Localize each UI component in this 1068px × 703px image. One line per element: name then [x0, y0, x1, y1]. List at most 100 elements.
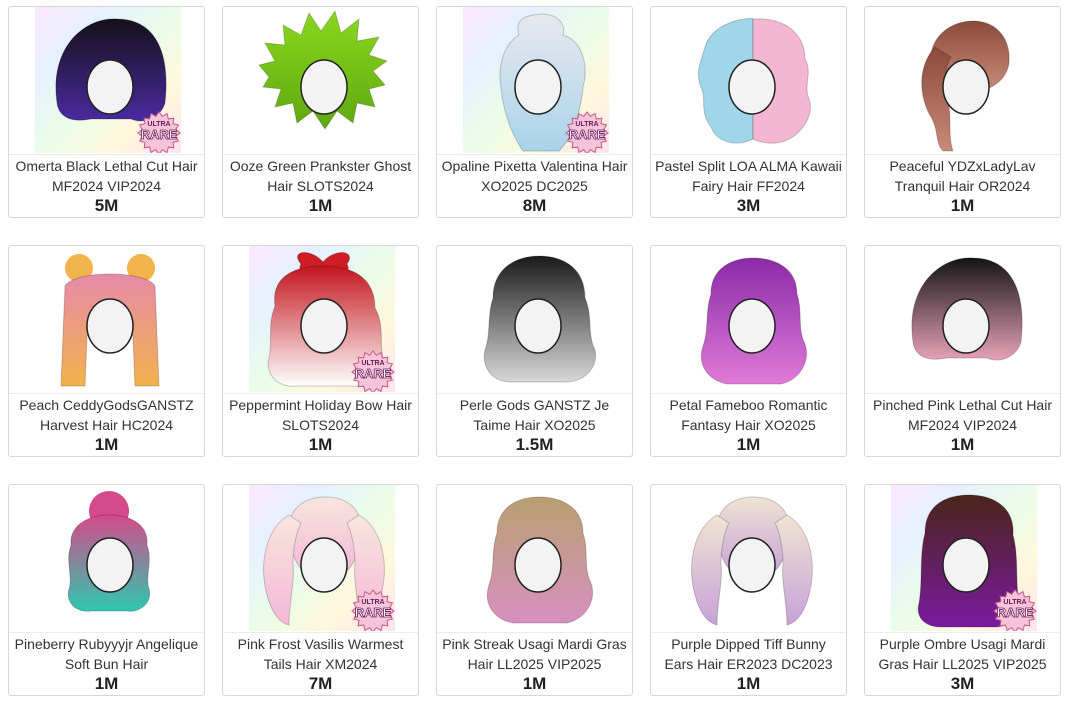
item-thumbnail[interactable] — [35, 485, 181, 631]
item-price: 1M — [94, 435, 119, 454]
item-card[interactable]: Pastel Split LOA ALMA Kawaii Fairy Hair … — [650, 6, 847, 218]
item-name[interactable]: Perle Gods GANSTZ Je Taime Hair XO2025 — [441, 395, 628, 435]
card-divider — [651, 393, 846, 394]
item-price: 3M — [736, 196, 761, 215]
card-divider — [865, 154, 1060, 155]
item-price: 5M — [94, 196, 119, 215]
badge-main-text: RARE — [997, 605, 1034, 620]
item-name[interactable]: Omerta Black Lethal Cut Hair MF2024 VIP2… — [13, 156, 200, 196]
item-card[interactable]: Pinched Pink Lethal Cut Hair MF2024 VIP2… — [864, 245, 1061, 457]
card-divider — [223, 632, 418, 633]
badge-main-text: RARE — [141, 127, 178, 142]
item-thumbnail[interactable] — [463, 485, 609, 631]
item-card[interactable]: ULTRA RARE Omerta Black Lethal Cut Hair MF… — [8, 6, 205, 218]
item-thumbnail[interactable]: ULTRA RARE — [249, 246, 395, 392]
item-name[interactable]: Pastel Split LOA ALMA Kawaii Fairy Hair … — [655, 156, 842, 196]
item-thumbnail[interactable]: ULTRA RARE — [891, 485, 1037, 631]
item-thumbnail[interactable] — [677, 246, 823, 392]
item-price: 8M — [522, 196, 547, 215]
card-divider — [651, 154, 846, 155]
item-name[interactable]: Pinched Pink Lethal Cut Hair MF2024 VIP2… — [869, 395, 1056, 435]
item-name[interactable]: Peach CeddyGodsGANSTZ Harvest Hair HC202… — [13, 395, 200, 435]
ultra-rare-badge: ULTRARARE — [351, 589, 395, 631]
item-name[interactable]: Pineberry Rubyyyjr Angelique Soft Bun Ha… — [13, 634, 200, 674]
face-placeholder — [86, 59, 134, 115]
card-divider — [223, 393, 418, 394]
item-name[interactable]: Peppermint Holiday Bow Hair SLOTS2024 — [227, 395, 414, 435]
item-name[interactable]: Purple Ombre Usagi Mardi Gras Hair LL202… — [869, 634, 1056, 674]
item-price: 1M — [736, 674, 761, 693]
card-divider — [865, 632, 1060, 633]
item-thumbnail[interactable] — [677, 485, 823, 631]
face-placeholder — [86, 298, 134, 354]
face-placeholder — [514, 59, 562, 115]
item-name[interactable]: Peaceful YDZxLadyLav Tranquil Hair OR202… — [869, 156, 1056, 196]
face-placeholder — [728, 537, 776, 593]
item-name[interactable]: Pink Streak Usagi Mardi Gras Hair LL2025… — [441, 634, 628, 674]
item-price: 1M — [950, 196, 975, 215]
face-placeholder — [300, 59, 348, 115]
item-thumbnail[interactable] — [891, 246, 1037, 392]
item-name[interactable]: Purple Dipped Tiff Bunny Ears Hair ER202… — [655, 634, 842, 674]
badge-main-text: RARE — [355, 605, 392, 620]
item-card[interactable]: Pineberry Rubyyyjr Angelique Soft Bun Ha… — [8, 484, 205, 696]
face-placeholder — [942, 59, 990, 115]
ultra-rare-badge: ULTRARARE — [137, 111, 181, 153]
card-divider — [437, 632, 632, 633]
item-price: 1M — [94, 674, 119, 693]
item-thumbnail[interactable] — [35, 246, 181, 392]
ultra-rare-badge: ULTRARARE — [565, 111, 609, 153]
face-placeholder — [728, 298, 776, 354]
item-price: 1M — [522, 674, 547, 693]
face-placeholder — [300, 537, 348, 593]
item-card[interactable]: ULTRA RARE Pink Frost Vasilis Warmest Tail… — [222, 484, 419, 696]
item-card[interactable]: ULTRA RARE Purple Ombre Usagi Mardi Gras H… — [864, 484, 1061, 696]
item-card[interactable]: Peach CeddyGodsGANSTZ Harvest Hair HC202… — [8, 245, 205, 457]
item-card[interactable]: Peaceful YDZxLadyLav Tranquil Hair OR202… — [864, 6, 1061, 218]
ultra-rare-badge: ULTRARARE — [993, 589, 1037, 631]
card-divider — [9, 393, 204, 394]
face-placeholder — [942, 298, 990, 354]
card-divider — [437, 154, 632, 155]
face-placeholder — [514, 537, 562, 593]
item-card[interactable]: ULTRA RARE Peppermint Holiday Bow Hair SLO… — [222, 245, 419, 457]
item-card[interactable]: Purple Dipped Tiff Bunny Ears Hair ER202… — [650, 484, 847, 696]
card-divider — [9, 632, 204, 633]
item-card[interactable]: Pink Streak Usagi Mardi Gras Hair LL2025… — [436, 484, 633, 696]
item-price: 1M — [308, 196, 333, 215]
face-placeholder — [300, 298, 348, 354]
item-card[interactable]: Perle Gods GANSTZ Je Taime Hair XO2025 1.… — [436, 245, 633, 457]
item-price: 7M — [308, 674, 333, 693]
item-price: 1M — [950, 435, 975, 454]
item-thumbnail[interactable]: ULTRA RARE — [463, 7, 609, 153]
item-thumbnail[interactable]: ULTRA RARE — [35, 7, 181, 153]
item-price: 3M — [950, 674, 975, 693]
item-price: 1.5M — [515, 435, 554, 454]
card-divider — [865, 393, 1060, 394]
face-placeholder — [86, 537, 134, 593]
card-divider — [651, 632, 846, 633]
face-placeholder — [514, 298, 562, 354]
card-divider — [437, 393, 632, 394]
item-card[interactable]: ULTRA RARE Opaline Pixetta Valentina Hair … — [436, 6, 633, 218]
item-price: 1M — [736, 435, 761, 454]
item-thumbnail[interactable]: ULTRA RARE — [249, 485, 395, 631]
face-placeholder — [942, 537, 990, 593]
item-name[interactable]: Pink Frost Vasilis Warmest Tails Hair XM… — [227, 634, 414, 674]
item-card[interactable]: Petal Fameboo Romantic Fantasy Hair XO20… — [650, 245, 847, 457]
item-thumbnail[interactable] — [463, 246, 609, 392]
item-price: 1M — [308, 435, 333, 454]
item-name[interactable]: Opaline Pixetta Valentina Hair XO2025 DC… — [441, 156, 628, 196]
badge-main-text: RARE — [355, 366, 392, 381]
badge-main-text: RARE — [569, 127, 606, 142]
face-placeholder — [728, 59, 776, 115]
item-thumbnail[interactable] — [891, 7, 1037, 153]
item-thumbnail[interactable] — [249, 7, 395, 153]
item-name[interactable]: Ooze Green Prankster Ghost Hair SLOTS202… — [227, 156, 414, 196]
item-name[interactable]: Petal Fameboo Romantic Fantasy Hair XO20… — [655, 395, 842, 435]
card-divider — [223, 154, 418, 155]
item-thumbnail[interactable] — [677, 7, 823, 153]
item-card[interactable]: Ooze Green Prankster Ghost Hair SLOTS202… — [222, 6, 419, 218]
card-divider — [9, 154, 204, 155]
ultra-rare-badge: ULTRARARE — [351, 350, 395, 392]
